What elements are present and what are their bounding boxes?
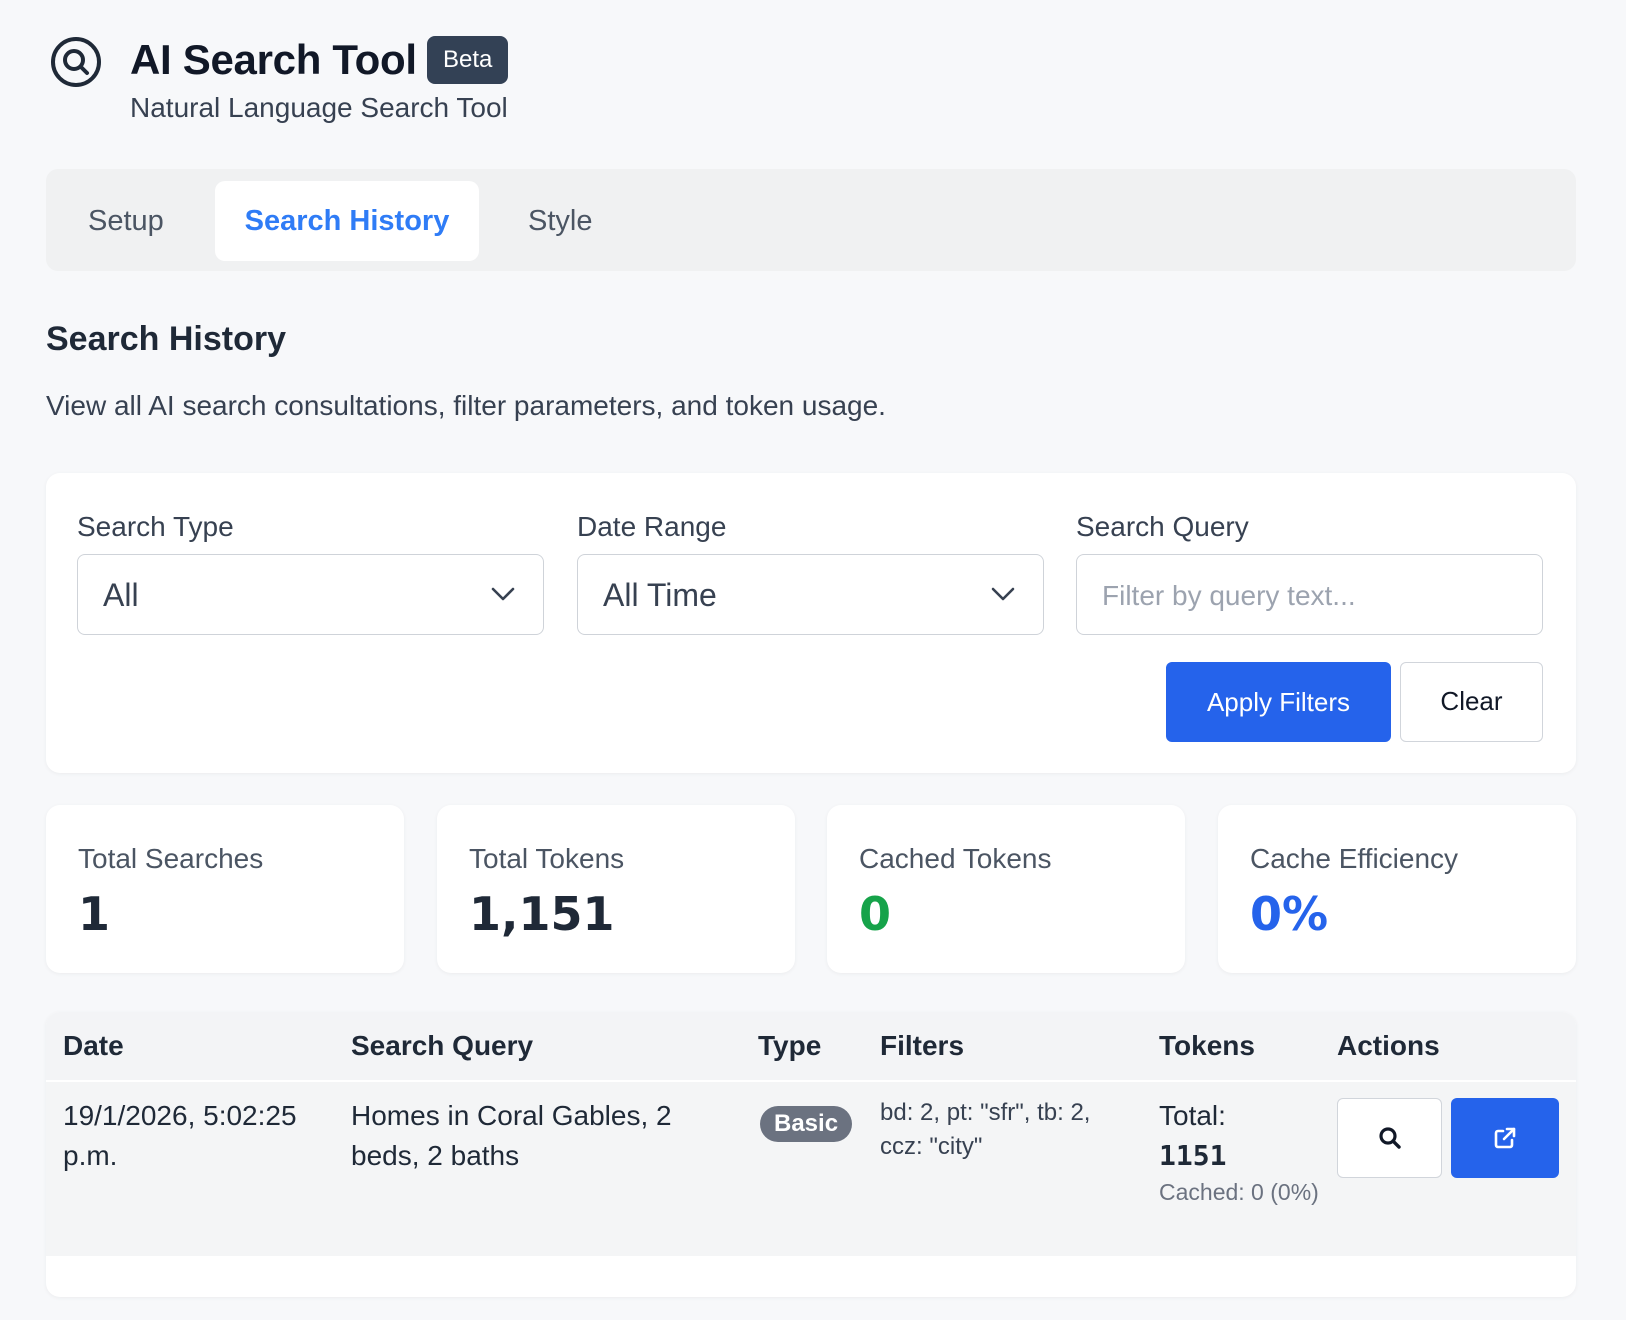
- tokens-cached: Cached: 0 (0%): [1159, 1179, 1319, 1205]
- row-date: 19/1/2026, 5:02:25 p.m.: [63, 1100, 297, 1171]
- table-header: Date Search Query Type Filters Tokens Ac…: [46, 1012, 1576, 1080]
- search-query-input[interactable]: Filter by query text...: [1076, 554, 1543, 635]
- stat-label: Total Searches: [78, 843, 264, 874]
- stat-cache-efficiency: Cache Efficiency 0%: [1218, 805, 1576, 973]
- filter-panel: Search Type All Date Range All Time Sear…: [46, 473, 1576, 773]
- search-type-label: Search Type: [77, 511, 234, 542]
- tab-style[interactable]: Style: [528, 181, 592, 261]
- search-circle-icon: [51, 37, 101, 87]
- stat-value: 0: [859, 887, 892, 941]
- type-badge: Basic: [760, 1106, 853, 1142]
- column-header-actions: Actions: [1337, 1030, 1440, 1061]
- search-icon: [1378, 1127, 1401, 1149]
- search-type-select[interactable]: All: [77, 554, 544, 635]
- stat-value: 0%: [1250, 887, 1329, 941]
- open-link-button[interactable]: [1451, 1098, 1559, 1178]
- view-search-button[interactable]: [1337, 1098, 1442, 1178]
- column-header-filters: Filters: [880, 1030, 965, 1061]
- date-range-select[interactable]: All Time: [577, 554, 1044, 635]
- chevron-down-icon: [991, 587, 1015, 601]
- page: AI Search Tool Beta Natural Language Sea…: [0, 0, 1626, 1320]
- search-query-placeholder: Filter by query text...: [1102, 580, 1356, 611]
- beta-badge: Beta: [427, 36, 509, 84]
- section-title: Search History: [46, 320, 286, 358]
- tokens-total-label: Total:: [1159, 1100, 1226, 1131]
- app-title: AI Search Tool: [130, 36, 417, 83]
- stat-label: Cache Efficiency: [1250, 843, 1459, 874]
- clear-button[interactable]: Clear: [1400, 662, 1543, 742]
- chevron-down-icon: [491, 587, 515, 601]
- tokens-total-value: 1151: [1159, 1139, 1227, 1172]
- external-link-icon: [1494, 1127, 1516, 1149]
- row-filters: bd: 2, pt: "sfr", tb: 2, ccz: "city": [880, 1099, 1091, 1160]
- stat-label: Cached Tokens: [859, 843, 1052, 874]
- column-header-tokens: Tokens: [1159, 1030, 1255, 1061]
- stat-cached-tokens: Cached Tokens 0: [827, 805, 1185, 973]
- history-table: Date Search Query Type Filters Tokens Ac…: [46, 1012, 1576, 1297]
- date-range-value: All Time: [603, 577, 717, 613]
- tab-bar: Setup Search History Style: [46, 169, 1576, 271]
- stat-total-searches: Total Searches 1: [46, 805, 404, 973]
- row-tokens: Total: 1151 Cached: 0 (0%): [1159, 1096, 1319, 1208]
- table-row: 19/1/2026, 5:02:25 p.m. Homes in Coral G…: [46, 1082, 1576, 1256]
- section-description: View all AI search consultations, filter…: [46, 390, 886, 421]
- search-query-label: Search Query: [1076, 511, 1249, 542]
- tab-search-history[interactable]: Search History: [215, 181, 479, 261]
- stat-value: 1,151: [469, 887, 615, 941]
- search-type-value: All: [103, 577, 139, 613]
- stat-total-tokens: Total Tokens 1,151: [437, 805, 795, 973]
- row-search-query: Homes in Coral Gables, 2 beds, 2 baths: [351, 1100, 672, 1171]
- apply-filters-button[interactable]: Apply Filters: [1166, 662, 1391, 742]
- tab-setup[interactable]: Setup: [88, 181, 164, 261]
- stat-value: 1: [78, 887, 111, 941]
- column-header-search-query: Search Query: [351, 1030, 534, 1061]
- stat-label: Total Tokens: [469, 843, 625, 874]
- column-header-date: Date: [63, 1030, 124, 1061]
- column-header-type: Type: [758, 1030, 822, 1061]
- date-range-label: Date Range: [577, 511, 727, 542]
- app-subtitle: Natural Language Search Tool: [130, 92, 508, 123]
